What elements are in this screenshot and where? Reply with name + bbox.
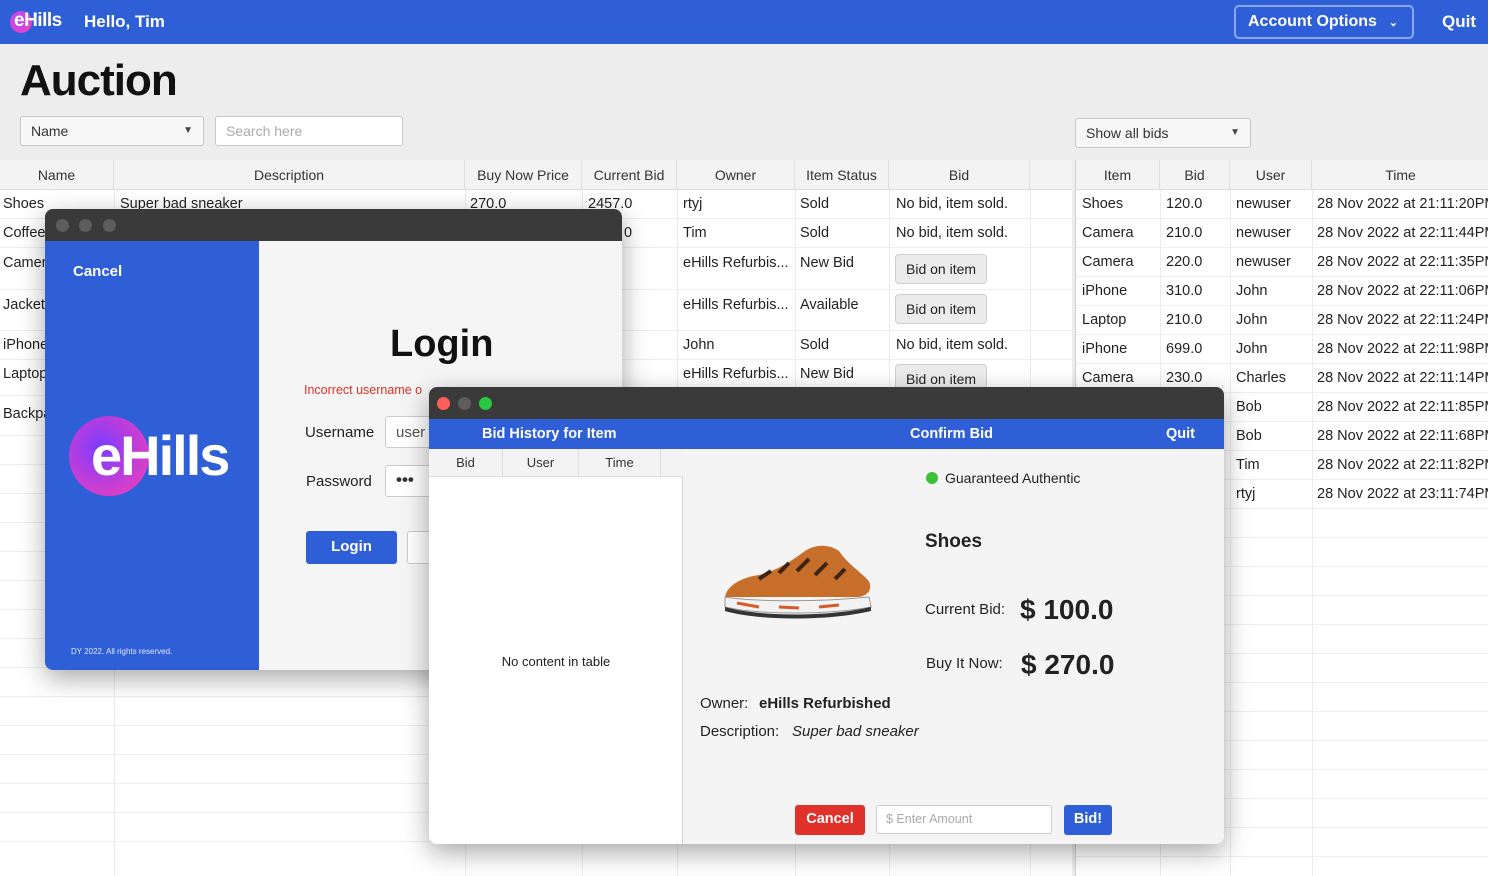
empty-table-message: No content in table <box>501 654 611 669</box>
cancel-button[interactable]: Cancel <box>795 805 865 835</box>
page-title: Auction <box>20 56 178 105</box>
auction-table-header: Name Description Buy Now Price Current B… <box>0 160 1072 190</box>
table-row[interactable]: iPhone 310.0 John 28 Nov 2022 at 22:11:06PM <box>1076 277 1488 306</box>
column-header[interactable]: Time <box>1312 160 1488 190</box>
column-header[interactable]: User <box>1230 160 1312 190</box>
table-row[interactable]: iPhone 699.0 John 28 Nov 2022 at 22:11:98PM <box>1076 335 1488 364</box>
ehills-logo: eHills <box>91 424 230 487</box>
bid-window-header: Bid History for Item Confirm Bid Quit <box>429 419 1224 449</box>
bids-filter-select[interactable]: Show all bids ▼ <box>1075 118 1251 148</box>
column-header[interactable]: Item Status <box>795 160 889 190</box>
close-window-icon[interactable] <box>437 397 450 410</box>
column-header[interactable]: Name <box>0 160 114 190</box>
quit-button[interactable]: Quit <box>1442 12 1476 32</box>
account-options-button[interactable]: Account Options ⌄ <box>1234 5 1414 39</box>
top-bar: eHills Hello, Tim Account Options ⌄ Quit <box>0 0 1488 44</box>
account-options-label: Account Options <box>1248 13 1377 30</box>
ehills-logo: eHills <box>8 8 62 36</box>
table-row[interactable]: Camera 220.0 newuser 28 Nov 2022 at 22:11:3… <box>1076 248 1488 277</box>
copyright-text: DY 2022. All rights reserved. <box>71 647 173 656</box>
column-header[interactable]: Description <box>114 160 465 190</box>
bid-on-item-button[interactable]: Bid on item <box>895 254 987 284</box>
dropdown-caret-icon: ▼ <box>1230 127 1240 138</box>
owner-value: eHills Refurbished <box>759 695 891 712</box>
bid-history-table: Bid User Time No content in table <box>429 449 683 844</box>
close-window-icon[interactable] <box>56 219 69 232</box>
table-row[interactable]: Camera 210.0 newuser 28 Nov 2022 at 22:11:4… <box>1076 219 1488 248</box>
table-row[interactable]: Laptop 210.0 John 28 Nov 2022 at 22:11:24PM <box>1076 306 1488 335</box>
place-bid-button[interactable]: Bid! <box>1064 805 1112 835</box>
item-name: Shoes <box>925 531 983 552</box>
current-bid-value: $ 100.0 <box>1020 594 1114 625</box>
bids-table-header: Item Bid User Time <box>1076 160 1488 190</box>
search-input[interactable]: Search here <box>215 116 403 146</box>
greeting-text: Hello, Tim <box>84 12 165 31</box>
column-header[interactable]: Owner <box>677 160 795 190</box>
column-header[interactable]: Bid <box>1160 160 1230 190</box>
buy-now-value: $ 270.0 <box>1021 649 1115 680</box>
cancel-button[interactable]: Cancel <box>73 263 122 280</box>
login-button[interactable]: Login <box>306 531 397 564</box>
error-message: Incorrect username o <box>304 383 423 397</box>
filter-field-select[interactable]: Name ▼ <box>20 116 204 146</box>
authentic-badge: Guaranteed Authentic <box>945 470 1081 486</box>
confirm-bid-title: Confirm Bid <box>910 426 993 442</box>
bid-amount-input[interactable]: $ Enter Amount <box>876 805 1052 834</box>
table-row[interactable]: Shoes 120.0 newuser 28 Nov 2022 at 21:11:20… <box>1076 190 1488 219</box>
chevron-down-icon: ⌄ <box>1388 17 1398 29</box>
minimize-window-icon[interactable] <box>79 219 92 232</box>
column-header[interactable]: Bid <box>429 449 503 477</box>
bid-window: Bid History for Item Confirm Bid Quit Bi… <box>429 387 1224 844</box>
maximize-window-icon[interactable] <box>479 397 492 410</box>
description-label: Description: <box>700 723 780 740</box>
login-title: Login <box>390 323 494 365</box>
password-label: Password <box>306 473 372 490</box>
owner-label: Owner: <box>700 695 749 712</box>
window-titlebar[interactable] <box>429 387 1224 419</box>
authentic-dot-icon <box>926 472 938 484</box>
buy-now-label: Buy It Now: <box>926 655 1003 672</box>
window-titlebar[interactable] <box>45 209 622 241</box>
column-header[interactable]: Time <box>579 449 661 477</box>
maximize-window-icon[interactable] <box>103 219 116 232</box>
username-label: Username <box>305 424 375 441</box>
confirm-bid-panel: Guaranteed Authentic Shoes Current Bid: … <box>683 449 1224 844</box>
description-value: Super bad sneaker <box>792 723 919 740</box>
login-sidebar: Cancel eHills DY 2022. All rights reserv… <box>45 241 259 670</box>
column-header[interactable]: User <box>503 449 579 477</box>
minimize-window-icon[interactable] <box>458 397 471 410</box>
bid-history-title: Bid History for Item <box>482 426 617 442</box>
bid-on-item-button[interactable]: Bid on item <box>895 294 987 324</box>
current-bid-label: Current Bid: <box>925 601 1006 618</box>
column-header[interactable]: Current Bid <box>582 160 677 190</box>
column-header[interactable]: Bid <box>889 160 1030 190</box>
quit-button[interactable]: Quit <box>1166 426 1195 442</box>
column-header[interactable]: Buy Now Price <box>465 160 582 190</box>
dropdown-caret-icon: ▼ <box>183 125 193 136</box>
column-header[interactable]: Item <box>1076 160 1160 190</box>
sneaker-image <box>724 545 872 619</box>
